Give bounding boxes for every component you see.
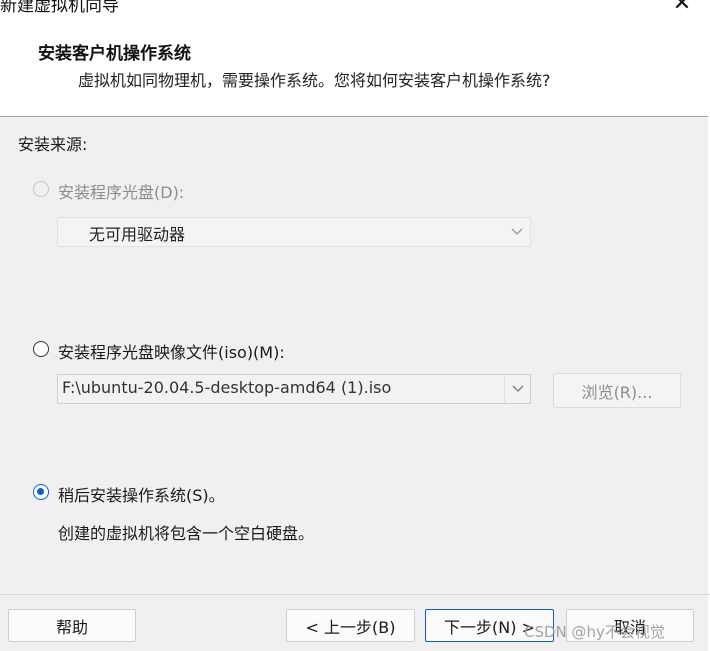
close-icon[interactable]: ✕ bbox=[664, 0, 700, 18]
wizard-header: 安装客户机操作系统 虚拟机如同物理机，需要操作系统。您将如何安装客户机操作系统? bbox=[0, 22, 710, 117]
iso-path-value[interactable]: F:\ubuntu-20.04.5-desktop-amd64 (1).iso bbox=[62, 378, 391, 397]
watermark: CSDN @hy不会视觉 bbox=[524, 623, 665, 641]
chevron-down-icon[interactable] bbox=[504, 375, 531, 403]
drive-select[interactable]: 无可用驱动器 bbox=[57, 217, 531, 247]
iso-path-combo[interactable]: F:\ubuntu-20.04.5-desktop-amd64 (1).iso bbox=[57, 374, 531, 404]
page-title: 安装客户机操作系统 bbox=[38, 44, 191, 64]
install-source-label: 安装来源: bbox=[18, 135, 88, 154]
back-button[interactable]: < 上一步(B) bbox=[286, 609, 415, 642]
install-disc-label: 安装程序光盘(D): bbox=[58, 183, 185, 202]
title-bar: 新建虚拟机向导 ✕ bbox=[0, 0, 710, 22]
drive-select-value: 无可用驱动器 bbox=[89, 225, 186, 244]
install-later-description: 创建的虚拟机将包含一个空白硬盘。 bbox=[58, 524, 315, 543]
radio-install-disc[interactable] bbox=[33, 181, 49, 197]
page-subtitle: 虚拟机如同物理机，需要操作系统。您将如何安装客户机操作系统? bbox=[78, 71, 551, 90]
browse-button[interactable]: 浏览(R)... bbox=[553, 373, 681, 408]
chevron-down-icon bbox=[504, 218, 530, 246]
window-title: 新建虚拟机向导 bbox=[0, 0, 119, 16]
radio-install-iso[interactable] bbox=[33, 341, 49, 357]
help-button[interactable]: 帮助 bbox=[8, 609, 136, 642]
radio-install-later[interactable] bbox=[33, 484, 49, 500]
install-later-label: 稍后安装操作系统(S)。 bbox=[58, 486, 225, 505]
install-iso-label: 安装程序光盘映像文件(iso)(M): bbox=[58, 343, 285, 362]
footer-divider bbox=[0, 594, 710, 595]
